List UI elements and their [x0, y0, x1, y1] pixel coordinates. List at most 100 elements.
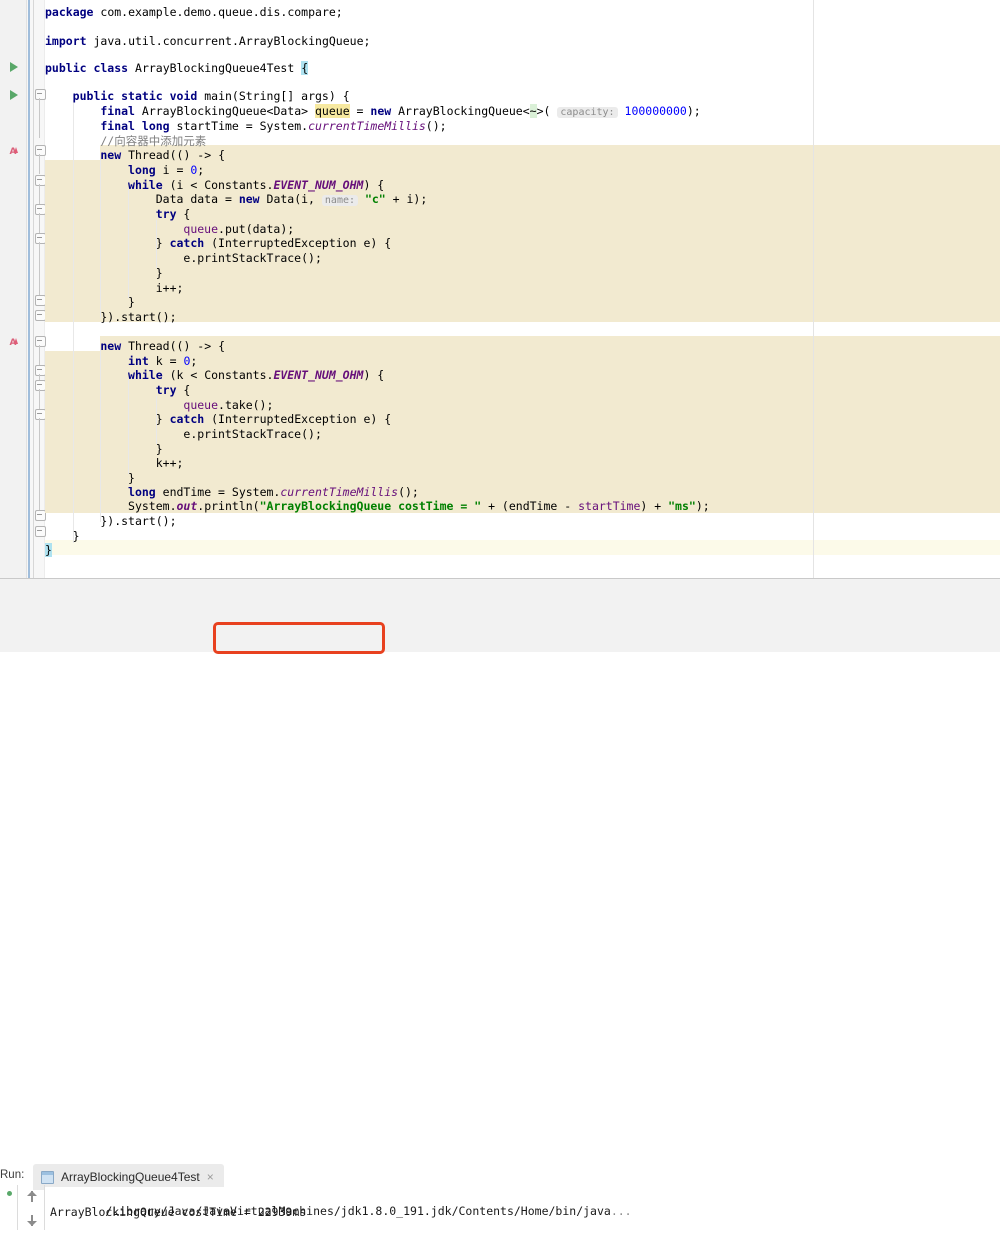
code-line[interactable]: int k = 0; — [45, 354, 197, 369]
code-line[interactable]: } — [45, 266, 163, 281]
fold-arm — [39, 98, 40, 138]
code-token: "ArrayBlockingQueue costTime = " — [259, 499, 482, 513]
run-config-icon — [41, 1170, 54, 1184]
code-line[interactable]: package com.example.demo.queue.dis.compa… — [45, 5, 343, 20]
scroll-down-button[interactable] — [24, 1215, 44, 1235]
code-token: int — [128, 354, 149, 368]
code-line[interactable]: System.out.println("ArrayBlockingQueue c… — [45, 499, 710, 514]
code-line[interactable]: import java.util.concurrent.ArrayBlockin… — [45, 34, 370, 49]
code-line[interactable]: queue.put(data); — [45, 222, 294, 237]
code-editor[interactable]: A A package com.example.demo.queue.dis.c… — [0, 0, 1000, 578]
code-line[interactable]: public class ArrayBlockingQueue4Test { — [45, 61, 309, 76]
code-line[interactable]: } catch (InterruptedException e) { — [45, 236, 391, 251]
code-line[interactable]: } catch (InterruptedException e) { — [45, 412, 391, 427]
code-line[interactable]: } — [45, 529, 80, 544]
code-line[interactable]: Data data = new Data(i, name: "c" + i); — [45, 192, 427, 207]
code-token: { — [176, 207, 191, 221]
code-token: ); — [695, 499, 710, 513]
run-class-marker[interactable] — [10, 62, 18, 72]
code-token: queue — [183, 222, 219, 236]
code-line[interactable]: }).start(); — [45, 310, 177, 325]
code-token: = — [349, 104, 371, 118]
code-token: Thread(() -> { — [121, 339, 225, 353]
fold-arm — [39, 242, 40, 297]
code-line[interactable]: } — [45, 471, 135, 486]
code-token: .println( — [197, 499, 260, 513]
code-token: i = — [155, 163, 191, 177]
rerun-icon[interactable] — [7, 1191, 12, 1196]
console-command-ellipsis[interactable]: ... — [611, 1204, 632, 1218]
code-token: 100000000 — [624, 104, 687, 118]
code-line[interactable]: while (k < Constants.EVENT_NUM_OHM) { — [45, 368, 384, 383]
close-icon[interactable]: × — [207, 1170, 214, 1184]
code-line[interactable]: new Thread(() -> { — [45, 148, 225, 163]
code-line[interactable]: e.printStackTrace(); — [45, 427, 321, 442]
code-line[interactable]: e.printStackTrace(); — [45, 251, 321, 266]
editor-gutter[interactable] — [0, 0, 26, 578]
code-line[interactable]: }).start(); — [45, 514, 177, 529]
code-token: ) { — [363, 368, 385, 382]
code-token: queue — [183, 398, 219, 412]
code-token: (); — [425, 119, 447, 133]
block-highlight-first-row — [100, 145, 1000, 160]
code-token: long — [128, 485, 156, 499]
typo-warning-marker[interactable]: A — [6, 337, 20, 350]
code-token: new — [100, 339, 122, 353]
code-token: ArrayBlockingQueue<Data> — [134, 104, 315, 118]
code-token: startTime — [578, 499, 641, 513]
code-line[interactable]: final long startTime = System.currentTim… — [45, 119, 447, 134]
code-token: } — [155, 266, 163, 280]
code-token: System. — [128, 499, 177, 513]
code-token: endTime = System. — [155, 485, 281, 499]
fold-arm — [39, 389, 40, 409]
console-output[interactable]: /Library/Java/JavaVirtualMachines/jdk1.8… — [45, 1187, 1000, 1230]
code-line[interactable]: //向容器中添加元素 — [45, 134, 206, 149]
code-line[interactable]: } — [45, 295, 135, 310]
code-line[interactable]: } — [45, 543, 52, 558]
code-line[interactable]: final ArrayBlockingQueue<Data> queue = n… — [45, 104, 701, 119]
code-token: + (endTime - — [481, 499, 579, 513]
code-token: } — [128, 295, 135, 309]
code-line[interactable]: i++; — [45, 281, 184, 296]
code-token: ); — [686, 104, 701, 118]
code-token: (); — [398, 485, 419, 499]
code-token: ArrayBlockingQueue< — [391, 104, 530, 118]
code-line[interactable]: k++; — [45, 456, 184, 471]
code-line[interactable]: long i = 0; — [45, 163, 204, 178]
arrow-down-icon — [27, 1215, 37, 1226]
code-token: while — [128, 368, 163, 382]
code-token: currentTimeMillis — [308, 119, 426, 133]
code-token: k = — [148, 354, 184, 368]
code-token: }).start(); — [100, 514, 177, 528]
code-line[interactable]: long endTime = System.currentTimeMillis(… — [45, 485, 419, 500]
code-token: "c" — [364, 192, 386, 206]
code-line[interactable]: while (i < Constants.EVENT_NUM_OHM) { — [45, 178, 384, 193]
code-line[interactable]: try { — [45, 383, 191, 398]
code-line[interactable]: queue.take(); — [45, 398, 273, 413]
code-token: }).start(); — [100, 310, 177, 324]
run-main-marker[interactable] — [10, 90, 18, 100]
code-token: final long — [100, 119, 170, 133]
code-token: } — [128, 471, 135, 485]
toolbar-separator — [17, 1185, 18, 1230]
run-tool-window: Run: ArrayBlockingQueue4Test × /Library/… — [0, 578, 1000, 1230]
code-token: new — [370, 104, 392, 118]
code-token: ; — [197, 163, 205, 177]
code-token: main(String[] args) { — [197, 89, 350, 103]
typo-warning-marker[interactable]: A — [6, 146, 20, 159]
code-token: Data data = — [155, 192, 239, 206]
code-line[interactable]: try { — [45, 207, 191, 222]
vcs-modified-bar — [28, 0, 30, 578]
code-token: >( — [536, 104, 558, 118]
fold-arm — [39, 345, 40, 365]
code-line[interactable]: } — [45, 442, 163, 457]
code-token: k++; — [155, 456, 184, 470]
code-token: package — [45, 5, 94, 19]
code-surface[interactable]: package com.example.demo.queue.dis.compa… — [45, 0, 1000, 578]
scroll-up-button[interactable] — [24, 1191, 44, 1211]
fold-arm — [39, 213, 40, 233]
code-token: new — [100, 148, 122, 162]
code-token: + i); — [385, 192, 428, 206]
code-line[interactable]: new Thread(() -> { — [45, 339, 225, 354]
code-line[interactable]: public static void main(String[] args) { — [45, 89, 350, 104]
